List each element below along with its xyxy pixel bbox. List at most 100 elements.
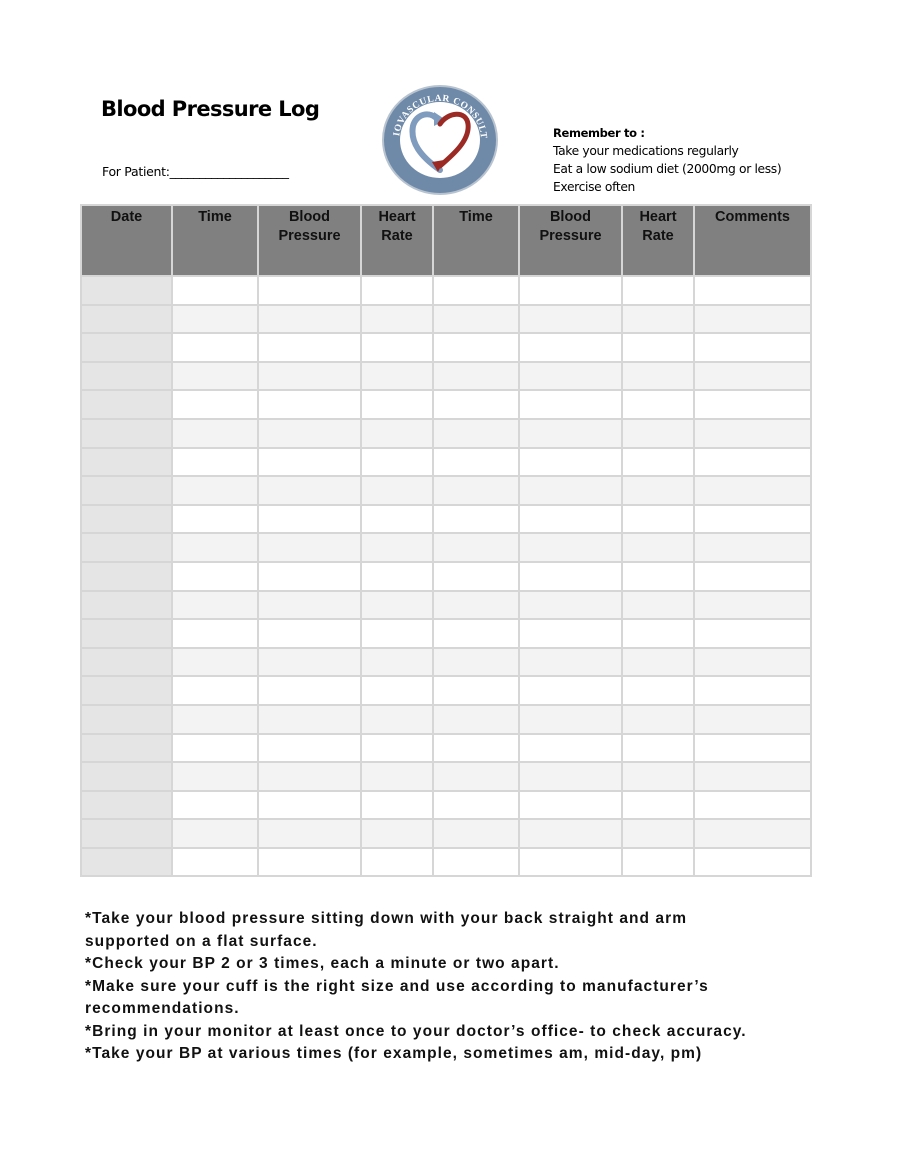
cell-time-2[interactable]	[432, 503, 520, 535]
cell-heart-rate-1[interactable]	[360, 332, 434, 363]
cell-comments[interactable]	[693, 732, 812, 764]
cell-date[interactable]	[80, 818, 173, 849]
cell-heart-rate-2[interactable]	[621, 475, 695, 506]
cell-time-1[interactable]	[171, 675, 259, 706]
cell-heart-rate-1[interactable]	[360, 818, 434, 849]
cell-heart-rate-2[interactable]	[621, 332, 695, 363]
cell-blood-pressure-1[interactable]	[257, 589, 362, 621]
cell-blood-pressure-2[interactable]	[518, 703, 623, 735]
cell-heart-rate-1[interactable]	[360, 675, 434, 706]
cell-comments[interactable]	[693, 846, 812, 878]
cell-heart-rate-1[interactable]	[360, 503, 434, 535]
cell-comments[interactable]	[693, 360, 812, 392]
cell-blood-pressure-2[interactable]	[518, 846, 623, 878]
cell-blood-pressure-1[interactable]	[257, 446, 362, 478]
cell-heart-rate-1[interactable]	[360, 589, 434, 621]
cell-heart-rate-2[interactable]	[621, 303, 695, 335]
cell-time-1[interactable]	[171, 732, 259, 764]
cell-heart-rate-2[interactable]	[621, 589, 695, 621]
cell-time-2[interactable]	[432, 332, 520, 363]
cell-date[interactable]	[80, 618, 173, 649]
cell-blood-pressure-1[interactable]	[257, 389, 362, 420]
cell-time-1[interactable]	[171, 303, 259, 335]
cell-comments[interactable]	[693, 446, 812, 478]
cell-blood-pressure-1[interactable]	[257, 360, 362, 392]
cell-time-1[interactable]	[171, 618, 259, 649]
cell-date[interactable]	[80, 389, 173, 420]
cell-heart-rate-2[interactable]	[621, 503, 695, 535]
cell-time-1[interactable]	[171, 417, 259, 449]
cell-heart-rate-1[interactable]	[360, 303, 434, 335]
cell-date[interactable]	[80, 303, 173, 335]
cell-date[interactable]	[80, 789, 173, 821]
cell-time-1[interactable]	[171, 789, 259, 821]
cell-time-2[interactable]	[432, 818, 520, 849]
cell-heart-rate-1[interactable]	[360, 389, 434, 420]
cell-comments[interactable]	[693, 532, 812, 563]
cell-blood-pressure-2[interactable]	[518, 732, 623, 764]
cell-comments[interactable]	[693, 560, 812, 592]
cell-heart-rate-1[interactable]	[360, 618, 434, 649]
cell-date[interactable]	[80, 761, 173, 792]
cell-time-1[interactable]	[171, 846, 259, 878]
cell-time-2[interactable]	[432, 646, 520, 678]
cell-heart-rate-1[interactable]	[360, 417, 434, 449]
cell-date[interactable]	[80, 275, 173, 306]
cell-time-2[interactable]	[432, 618, 520, 649]
cell-blood-pressure-1[interactable]	[257, 618, 362, 649]
cell-heart-rate-1[interactable]	[360, 789, 434, 821]
cell-comments[interactable]	[693, 332, 812, 363]
cell-time-2[interactable]	[432, 275, 520, 306]
cell-blood-pressure-2[interactable]	[518, 589, 623, 621]
cell-heart-rate-1[interactable]	[360, 703, 434, 735]
cell-blood-pressure-1[interactable]	[257, 846, 362, 878]
cell-blood-pressure-2[interactable]	[518, 332, 623, 363]
cell-heart-rate-2[interactable]	[621, 417, 695, 449]
cell-comments[interactable]	[693, 389, 812, 420]
cell-blood-pressure-2[interactable]	[518, 360, 623, 392]
cell-time-2[interactable]	[432, 761, 520, 792]
cell-blood-pressure-1[interactable]	[257, 675, 362, 706]
cell-time-2[interactable]	[432, 446, 520, 478]
cell-blood-pressure-2[interactable]	[518, 303, 623, 335]
cell-blood-pressure-2[interactable]	[518, 417, 623, 449]
cell-blood-pressure-1[interactable]	[257, 818, 362, 849]
cell-blood-pressure-2[interactable]	[518, 532, 623, 563]
cell-heart-rate-2[interactable]	[621, 389, 695, 420]
cell-time-1[interactable]	[171, 275, 259, 306]
cell-heart-rate-1[interactable]	[360, 560, 434, 592]
cell-heart-rate-2[interactable]	[621, 789, 695, 821]
cell-blood-pressure-1[interactable]	[257, 275, 362, 306]
cell-time-1[interactable]	[171, 475, 259, 506]
cell-heart-rate-2[interactable]	[621, 732, 695, 764]
cell-heart-rate-2[interactable]	[621, 646, 695, 678]
cell-blood-pressure-2[interactable]	[518, 789, 623, 821]
cell-heart-rate-1[interactable]	[360, 532, 434, 563]
cell-comments[interactable]	[693, 703, 812, 735]
cell-time-1[interactable]	[171, 389, 259, 420]
cell-comments[interactable]	[693, 275, 812, 306]
cell-blood-pressure-2[interactable]	[518, 503, 623, 535]
cell-blood-pressure-1[interactable]	[257, 332, 362, 363]
cell-blood-pressure-2[interactable]	[518, 560, 623, 592]
cell-date[interactable]	[80, 417, 173, 449]
patient-name-field[interactable]: For Patient:____________________	[102, 164, 289, 179]
cell-time-1[interactable]	[171, 589, 259, 621]
cell-heart-rate-2[interactable]	[621, 703, 695, 735]
cell-blood-pressure-2[interactable]	[518, 646, 623, 678]
cell-time-2[interactable]	[432, 417, 520, 449]
cell-time-1[interactable]	[171, 332, 259, 363]
cell-heart-rate-1[interactable]	[360, 732, 434, 764]
cell-blood-pressure-1[interactable]	[257, 417, 362, 449]
cell-blood-pressure-1[interactable]	[257, 532, 362, 563]
cell-blood-pressure-1[interactable]	[257, 646, 362, 678]
cell-heart-rate-2[interactable]	[621, 818, 695, 849]
cell-time-2[interactable]	[432, 389, 520, 420]
cell-heart-rate-2[interactable]	[621, 846, 695, 878]
cell-time-2[interactable]	[432, 789, 520, 821]
cell-date[interactable]	[80, 732, 173, 764]
cell-comments[interactable]	[693, 417, 812, 449]
cell-blood-pressure-1[interactable]	[257, 761, 362, 792]
cell-date[interactable]	[80, 846, 173, 878]
cell-comments[interactable]	[693, 818, 812, 849]
